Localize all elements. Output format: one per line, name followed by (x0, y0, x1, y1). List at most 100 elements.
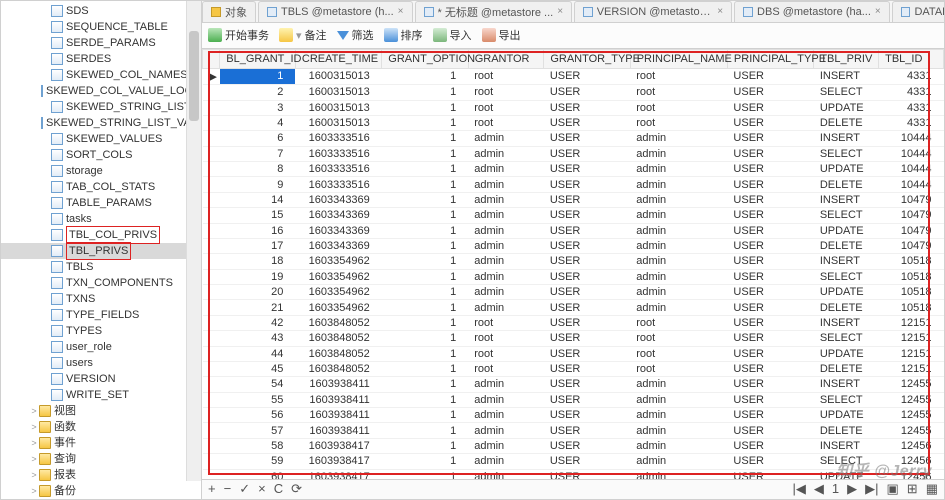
cell[interactable]: 1603938411 (295, 377, 381, 392)
cell[interactable]: 42 (220, 315, 296, 330)
cell[interactable]: 10444 (879, 146, 944, 161)
table-row[interactable]: 216003150131rootUSERrootUSERSELECT4331 (203, 85, 944, 100)
cell[interactable]: 12455 (879, 423, 944, 438)
cell[interactable]: admin (468, 269, 544, 284)
cell[interactable]: SELECT (814, 392, 879, 407)
cell[interactable]: 1603333516 (295, 131, 381, 146)
cell[interactable]: USER (544, 331, 630, 346)
cell[interactable]: 45 (220, 361, 296, 376)
cell[interactable]: 1603938411 (295, 423, 381, 438)
tree-item[interactable]: TABLE_PARAMS (1, 195, 201, 211)
cell[interactable]: USER (727, 208, 813, 223)
cell[interactable]: root (630, 331, 727, 346)
tree-item[interactable]: SERDE_PARAMS (1, 35, 201, 51)
cell[interactable]: 59 (220, 454, 296, 469)
cell[interactable]: USER (544, 361, 630, 376)
cell[interactable]: admin (468, 223, 544, 238)
cell[interactable]: USER (544, 423, 630, 438)
cell[interactable]: USER (544, 100, 630, 115)
tree-item[interactable]: SKEWED_COL_VALUE_LOC_MAP (1, 83, 201, 99)
close-icon[interactable]: × (557, 6, 563, 17)
cell[interactable]: USER (544, 269, 630, 284)
cell[interactable]: 17 (220, 238, 296, 253)
tree-item[interactable]: VERSION (1, 371, 201, 387)
cell[interactable]: 12456 (879, 469, 944, 479)
cell[interactable]: 1600315013 (295, 85, 381, 100)
statusbar-button[interactable]: ⊞ (907, 481, 918, 497)
statusbar-button[interactable]: ✓ (239, 481, 250, 497)
tree-item[interactable]: SORT_COLS (1, 147, 201, 163)
cell[interactable]: USER (544, 377, 630, 392)
cell[interactable]: INSERT (814, 68, 879, 84)
cell[interactable]: 10479 (879, 208, 944, 223)
table-row[interactable]: 916033335161adminUSERadminUSERDELETE1044… (203, 177, 944, 192)
statusbar-button[interactable]: ▣ (887, 481, 899, 497)
cell[interactable]: DELETE (814, 361, 879, 376)
cell[interactable]: 9 (220, 177, 296, 192)
cell[interactable]: 7 (220, 146, 296, 161)
cell[interactable]: admin (468, 208, 544, 223)
cell[interactable]: USER (544, 238, 630, 253)
sidebar-scrollbar[interactable] (186, 1, 201, 481)
cell[interactable]: admin (468, 238, 544, 253)
cell[interactable]: USER (727, 162, 813, 177)
cell[interactable]: admin (630, 254, 727, 269)
cell[interactable]: USER (727, 238, 813, 253)
cell[interactable]: USER (544, 300, 630, 315)
close-icon[interactable]: × (875, 6, 881, 17)
column-header[interactable]: TBL_PRIV (814, 49, 879, 68)
cell[interactable]: 1603343369 (295, 208, 381, 223)
cell[interactable]: 1 (382, 115, 468, 130)
cell[interactable]: 10479 (879, 192, 944, 207)
cell[interactable]: USER (727, 469, 813, 479)
cell[interactable]: USER (544, 85, 630, 100)
table-row[interactable]: 616033335161adminUSERadminUSERINSERT1044… (203, 131, 944, 146)
cell[interactable]: USER (544, 177, 630, 192)
cell[interactable]: 1603354962 (295, 269, 381, 284)
cell[interactable]: 1 (220, 68, 296, 84)
cell[interactable]: USER (544, 146, 630, 161)
cell[interactable]: 12151 (879, 315, 944, 330)
cell[interactable]: 1 (382, 162, 468, 177)
cell[interactable]: INSERT (814, 254, 879, 269)
table-row[interactable]: 5716039384111adminUSERadminUSERDELETE124… (203, 423, 944, 438)
cell[interactable]: USER (544, 192, 630, 207)
cell[interactable]: 10444 (879, 131, 944, 146)
cell[interactable]: 1 (382, 454, 468, 469)
cell[interactable]: 10518 (879, 269, 944, 284)
cell[interactable]: USER (727, 331, 813, 346)
table-row[interactable]: 5816039384171adminUSERadminUSERINSERT124… (203, 438, 944, 453)
cell[interactable]: admin (630, 131, 727, 146)
cell[interactable]: root (630, 361, 727, 376)
cell[interactable]: USER (544, 254, 630, 269)
cell[interactable]: 20 (220, 285, 296, 300)
table-row[interactable]: 1816033549621adminUSERadminUSERINSERT105… (203, 254, 944, 269)
cell[interactable]: USER (727, 100, 813, 115)
cell[interactable]: USER (544, 438, 630, 453)
cell[interactable]: admin (630, 223, 727, 238)
cell[interactable]: INSERT (814, 131, 879, 146)
cell[interactable]: 15 (220, 208, 296, 223)
cell[interactable]: admin (630, 269, 727, 284)
cell[interactable]: admin (630, 408, 727, 423)
cell[interactable]: 1 (382, 208, 468, 223)
cell[interactable]: 1 (382, 269, 468, 284)
statusbar-button[interactable]: ◀ (814, 481, 824, 497)
cell[interactable]: admin (468, 377, 544, 392)
cell[interactable]: USER (544, 162, 630, 177)
export-button[interactable]: 导出 (482, 27, 521, 43)
cell[interactable]: USER (727, 115, 813, 130)
cell[interactable]: 1 (382, 100, 468, 115)
cell[interactable]: USER (727, 131, 813, 146)
cell[interactable]: 1603848052 (295, 331, 381, 346)
tree-item[interactable]: >事件 (1, 435, 201, 451)
cell[interactable]: INSERT (814, 438, 879, 453)
tree-item[interactable]: SKEWED_STRING_LIST (1, 99, 201, 115)
tab[interactable]: DBS @metastore (ha...× (734, 1, 890, 22)
cell[interactable]: INSERT (814, 192, 879, 207)
statusbar-button[interactable]: ▦ (926, 481, 938, 497)
tree-item[interactable]: >视图 (1, 403, 201, 419)
cell[interactable]: 1 (382, 315, 468, 330)
cell[interactable]: USER (727, 423, 813, 438)
tree-item[interactable]: users (1, 355, 201, 371)
